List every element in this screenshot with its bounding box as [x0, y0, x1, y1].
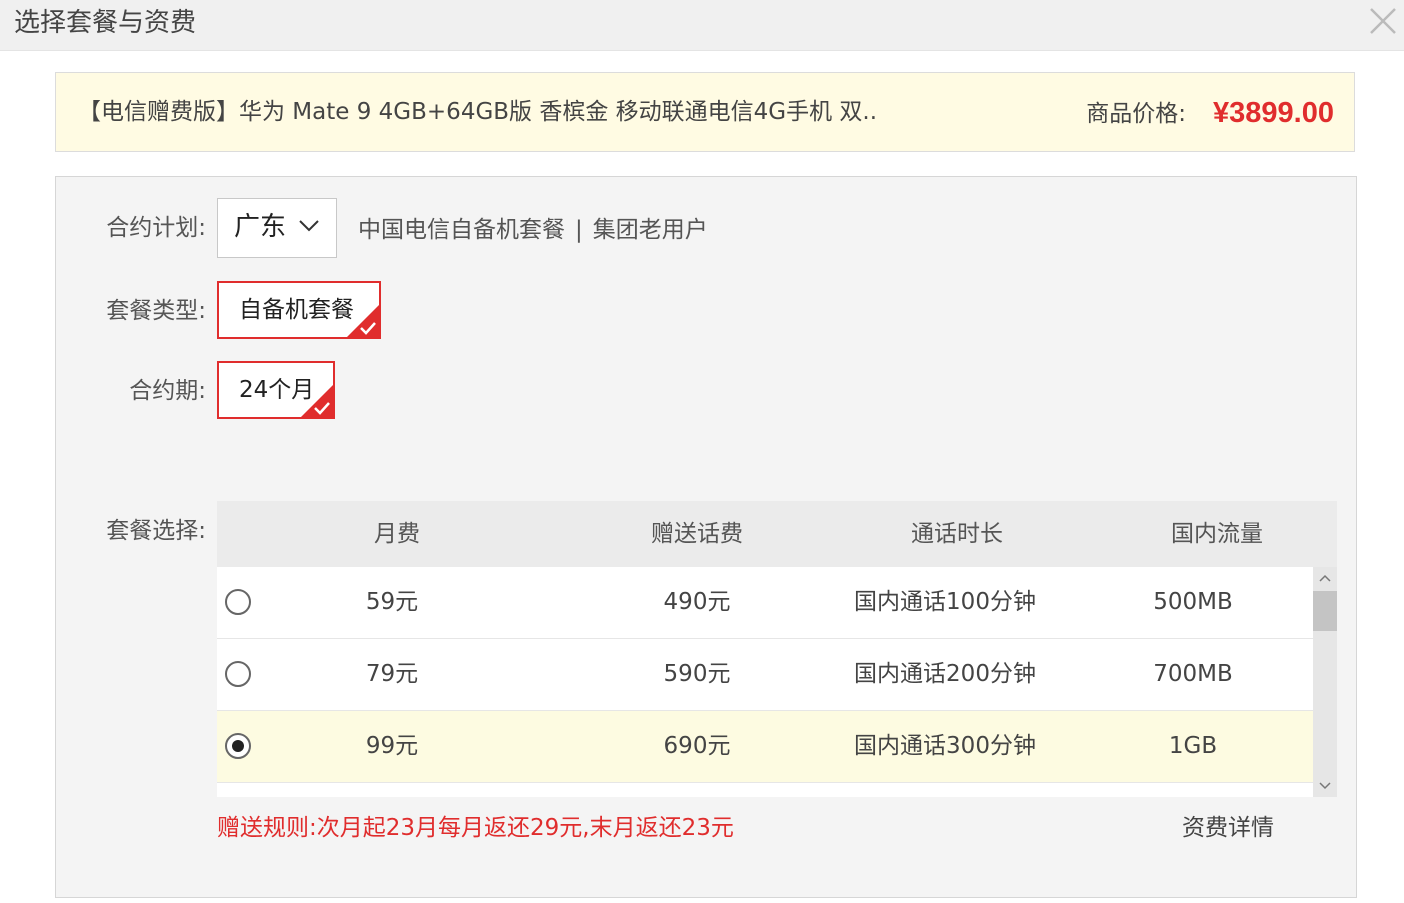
cell-monthly-fee: 59元 — [365, 589, 419, 615]
contract-period-option-selected[interactable]: 24个月 — [217, 361, 335, 419]
package-table: 月费 赠送话费 通话时长 国内流量 59元 490元 国内通话100分钟 500… — [217, 501, 1337, 797]
column-header-monthly-fee: 月费 — [374, 521, 420, 547]
dialog-title: 选择套餐与资费 — [14, 8, 197, 38]
table-scrollbar[interactable] — [1313, 567, 1337, 797]
package-radio[interactable] — [225, 661, 251, 687]
cell-bonus-credit: 490元 — [663, 589, 731, 615]
fee-details-link[interactable]: 资费详情 — [1182, 811, 1274, 845]
price-value: ¥3899.00 — [1213, 97, 1334, 129]
package-table-header: 月费 赠送话费 通话时长 国内流量 — [217, 501, 1337, 567]
cell-call-time: 国内通话100分钟 — [854, 589, 1036, 615]
cell-data: 500MB — [1153, 589, 1233, 615]
price-label: 商品价格: — [1086, 101, 1186, 127]
package-type-label: 套餐类型: — [106, 298, 206, 324]
package-table-body: 59元 490元 国内通话100分钟 500MB 79元 590元 国内通话20… — [217, 567, 1313, 797]
package-type-option-label: 自备机套餐 — [239, 297, 354, 323]
plan-description-separator: | — [575, 217, 583, 243]
package-radio[interactable] — [225, 589, 251, 615]
plan-description-user-type: 集团老用户 — [592, 217, 708, 243]
cell-data: 700MB — [1153, 661, 1233, 687]
chevron-down-icon — [299, 220, 319, 232]
check-icon — [360, 322, 376, 335]
contract-plan-description: 中国电信自备机套餐 | 集团老用户 — [358, 213, 708, 247]
cell-data: 1GB — [1168, 733, 1218, 759]
cell-bonus-credit: 590元 — [663, 661, 731, 687]
package-select-label: 套餐选择: — [106, 518, 206, 544]
cell-call-time: 国内通话200分钟 — [854, 661, 1036, 687]
province-dropdown[interactable]: 广东 — [217, 198, 337, 258]
plan-description-main: 中国电信自备机套餐 — [358, 217, 565, 243]
dialog-titlebar: 选择套餐与资费 — [0, 0, 1404, 51]
cell-monthly-fee: 99元 — [365, 733, 419, 759]
table-row-selected[interactable]: 99元 690元 国内通话300分钟 1GB — [217, 711, 1313, 783]
scroll-up-button[interactable] — [1313, 567, 1337, 589]
package-type-option-selected[interactable]: 自备机套餐 — [217, 281, 381, 339]
contract-plan-label: 合约计划: — [106, 215, 206, 241]
product-name: 【电信赠费版】华为 Mate 9 4GB+64GB版 香槟金 移动联通电信4G手… — [78, 99, 878, 125]
table-row[interactable]: 59元 490元 国内通话100分钟 500MB — [217, 567, 1313, 639]
package-radio-checked[interactable] — [225, 733, 251, 759]
table-row[interactable]: 79元 590元 国内通话200分钟 700MB — [217, 639, 1313, 711]
column-header-call-time: 通话时长 — [911, 521, 1003, 547]
cell-monthly-fee: 79元 — [365, 661, 419, 687]
plan-config-panel: 合约计划: 广东 中国电信自备机套餐 | 集团老用户 套餐类型: 自备机套餐 合约期… — [55, 176, 1357, 898]
product-info-bar: 【电信赠费版】华为 Mate 9 4GB+64GB版 香槟金 移动联通电信4G手… — [55, 72, 1355, 152]
column-header-data: 国内流量 — [1171, 521, 1263, 547]
close-icon — [1370, 8, 1396, 34]
contract-period-label: 合约期: — [129, 378, 206, 404]
chevron-up-icon — [1319, 574, 1331, 582]
chevron-down-icon — [1319, 782, 1331, 790]
scroll-down-button[interactable] — [1313, 775, 1337, 797]
cell-call-time: 国内通话300分钟 — [854, 733, 1036, 759]
cell-bonus-credit: 690元 — [663, 733, 731, 759]
bonus-rule-text: 赠送规则:次月起23月每月返还29元,末月返还23元 — [217, 815, 734, 841]
column-header-bonus-credit: 赠送话费 — [651, 521, 743, 547]
province-value: 广东 — [234, 212, 287, 242]
check-icon — [314, 402, 330, 415]
scrollbar-thumb[interactable] — [1313, 591, 1337, 631]
close-button[interactable] — [1368, 6, 1398, 36]
